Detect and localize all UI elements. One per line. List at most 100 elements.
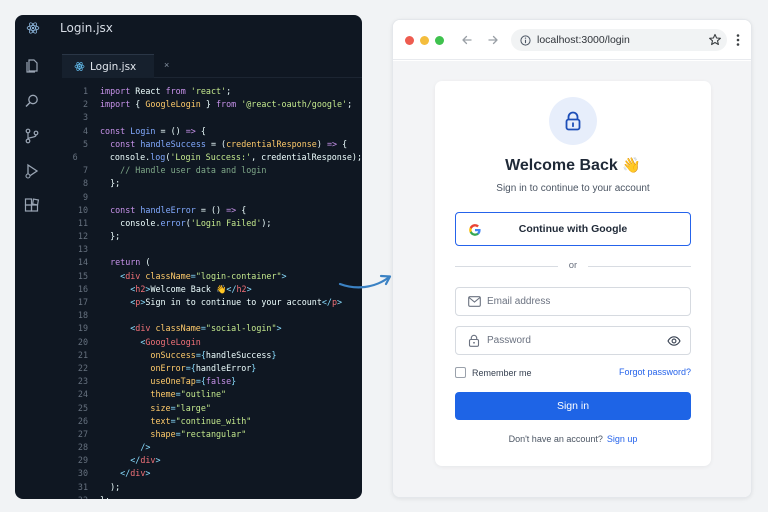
minimize-window-button[interactable] [420, 36, 429, 45]
code-token: from [216, 99, 242, 110]
code-line: 26 text="continue_with" [62, 415, 362, 428]
extensions-icon[interactable] [23, 197, 41, 215]
code-token: /> [100, 442, 151, 453]
code-text: </div> [88, 454, 160, 467]
code-token: => [326, 138, 343, 149]
title-text: Welcome Back [505, 157, 618, 174]
code-token: </ [226, 283, 237, 294]
remember-me[interactable]: Remember me [455, 367, 532, 378]
code-token: console. [89, 151, 151, 162]
code-token: handleSuccess [140, 138, 211, 149]
code-line: 5 const handleSuccess = (credentialRespo… [62, 138, 362, 151]
code-token: { [241, 204, 247, 215]
code-text: size="large" [88, 402, 211, 415]
close-icon[interactable]: × [164, 60, 169, 70]
password-field[interactable] [455, 326, 691, 355]
maximize-window-button[interactable] [435, 36, 444, 45]
code-token: = () [160, 125, 186, 136]
code-line: 10 const handleError = () => { [62, 204, 362, 217]
code-token: size [100, 402, 171, 413]
code-token: = () [200, 204, 227, 215]
code-token: theme [100, 389, 176, 400]
code-editor: Login.jsx Login.jsx × 1 import React fro… [15, 15, 362, 499]
code-line: 16 <h2>Welcome Back 👋</h2> [62, 283, 362, 296]
email-field[interactable] [455, 287, 691, 316]
line-number: 17 [77, 297, 88, 307]
page-viewport: Welcome Back 👋 Sign in to continue to yo… [393, 61, 751, 497]
bookmark-star-icon[interactable] [708, 33, 722, 47]
code-line: 25 size="large" [62, 402, 362, 415]
subtitle: Sign in to continue to your account [496, 183, 650, 194]
code-token: ) [316, 138, 327, 149]
files-icon[interactable] [23, 57, 41, 75]
code-text: }; [88, 230, 120, 243]
line-number: 12 [77, 231, 88, 242]
code-token: < [100, 323, 136, 334]
line-number: 6 [72, 151, 78, 162]
code-token: Welcome Back 👋 [150, 283, 227, 294]
tab-login-jsx[interactable]: Login.jsx [62, 54, 154, 78]
forward-arrow-icon[interactable] [485, 32, 501, 48]
code-token: div [135, 323, 156, 334]
code-line: 19 <div className="social-login"> [62, 322, 362, 335]
lock-badge [549, 97, 597, 145]
continue-with-google-button[interactable]: Continue with Google [455, 212, 691, 246]
code-token: import [100, 99, 136, 110]
code-token: { [200, 125, 206, 136]
forgot-password-link[interactable]: Forgot password? [619, 367, 691, 377]
search-icon[interactable] [23, 92, 41, 110]
code-line: 13 [62, 243, 362, 256]
code-token: false [205, 376, 232, 387]
code-line: 15 <div className="login-container"> [62, 270, 362, 283]
code-line: 22 onError={handleError} [62, 362, 362, 375]
back-arrow-icon[interactable] [459, 32, 475, 48]
code-area[interactable]: 1 import React from 'react'; 2 import { Goo… [62, 85, 362, 499]
code-token: import [100, 86, 136, 96]
line-number: 1 [82, 86, 88, 96]
line-number: 31 [77, 481, 88, 492]
sign-in-button[interactable]: Sign in [455, 392, 691, 420]
line-number: 15 [77, 270, 88, 281]
code-token: React [135, 86, 166, 96]
code-token: onError [100, 362, 186, 373]
editor-titlebar: Login.jsx [15, 15, 362, 41]
code-token: credentialResponse [226, 138, 317, 149]
code-token: "rectangular" [180, 428, 247, 439]
address-bar[interactable]: localhost:3000/login [511, 29, 727, 51]
more-options-icon[interactable] [733, 33, 743, 47]
line-number: 13 [77, 244, 88, 255]
editor-title: Login.jsx [60, 21, 113, 35]
eye-icon[interactable] [667, 334, 681, 348]
password-input[interactable] [487, 335, 657, 346]
google-icon [469, 224, 481, 236]
code-line: 8 }; [62, 177, 362, 190]
source-control-icon[interactable] [23, 127, 41, 145]
code-token: 'react' [190, 86, 227, 96]
line-number: 22 [77, 362, 88, 373]
code-text: <h2>Welcome Back 👋</h2> [88, 283, 251, 296]
code-line: 20 <GoogleLogin [62, 336, 362, 349]
close-window-button[interactable] [405, 36, 414, 45]
code-token: "large" [175, 402, 211, 413]
wave-emoji: 👋 [622, 157, 641, 174]
remember-me-checkbox[interactable] [455, 367, 466, 378]
code-token: onSuccess [100, 349, 196, 360]
email-input[interactable] [487, 296, 657, 307]
code-text: }; [88, 494, 110, 499]
code-token: div [140, 455, 156, 466]
code-line: 24 theme="outline" [62, 388, 362, 401]
activity-bar [15, 53, 49, 499]
code-line: 7 // Handle user data and login [62, 164, 362, 177]
code-line: 14 return ( [62, 256, 362, 269]
code-token: , credentialResponse); [251, 151, 362, 162]
code-token: ; [347, 99, 353, 110]
code-token: GoogleLogin [145, 99, 201, 110]
sign-up-link[interactable]: Sign up [607, 434, 638, 444]
code-line: 30 </div> [62, 467, 362, 480]
code-line: 2 import { GoogleLogin } from '@react-oau… [62, 98, 362, 111]
divider-line-left [455, 266, 558, 267]
line-number: 14 [77, 257, 88, 268]
run-debug-icon[interactable] [23, 162, 41, 180]
code-token: </ [100, 455, 141, 466]
